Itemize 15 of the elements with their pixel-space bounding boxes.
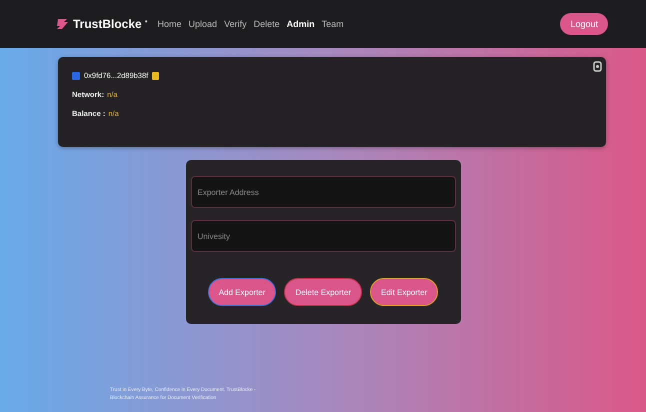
exporter-button[interactable]: Delete Exporter	[284, 278, 362, 306]
brand-mark: •	[144, 17, 148, 26]
brand-name: TrustBlocke	[73, 17, 142, 31]
nav-link[interactable]: Delete	[254, 19, 280, 29]
nav-link[interactable]: Upload	[188, 19, 218, 29]
logo-icon	[56, 18, 70, 30]
input-field[interactable]: Exporter Address	[190, 176, 456, 208]
nav-link[interactable]: Verify	[224, 19, 247, 29]
logout-button[interactable]: Logout	[560, 13, 608, 35]
nav-link[interactable]: Home	[158, 19, 182, 29]
exporter-button[interactable]: Edit Exporter	[370, 278, 438, 306]
nav-link[interactable]: Admin	[286, 19, 315, 29]
nav-link[interactable]: Team	[322, 19, 344, 29]
input-field[interactable]: Univesity	[190, 220, 456, 252]
exporter-button[interactable]: Add Exporter	[208, 278, 276, 306]
